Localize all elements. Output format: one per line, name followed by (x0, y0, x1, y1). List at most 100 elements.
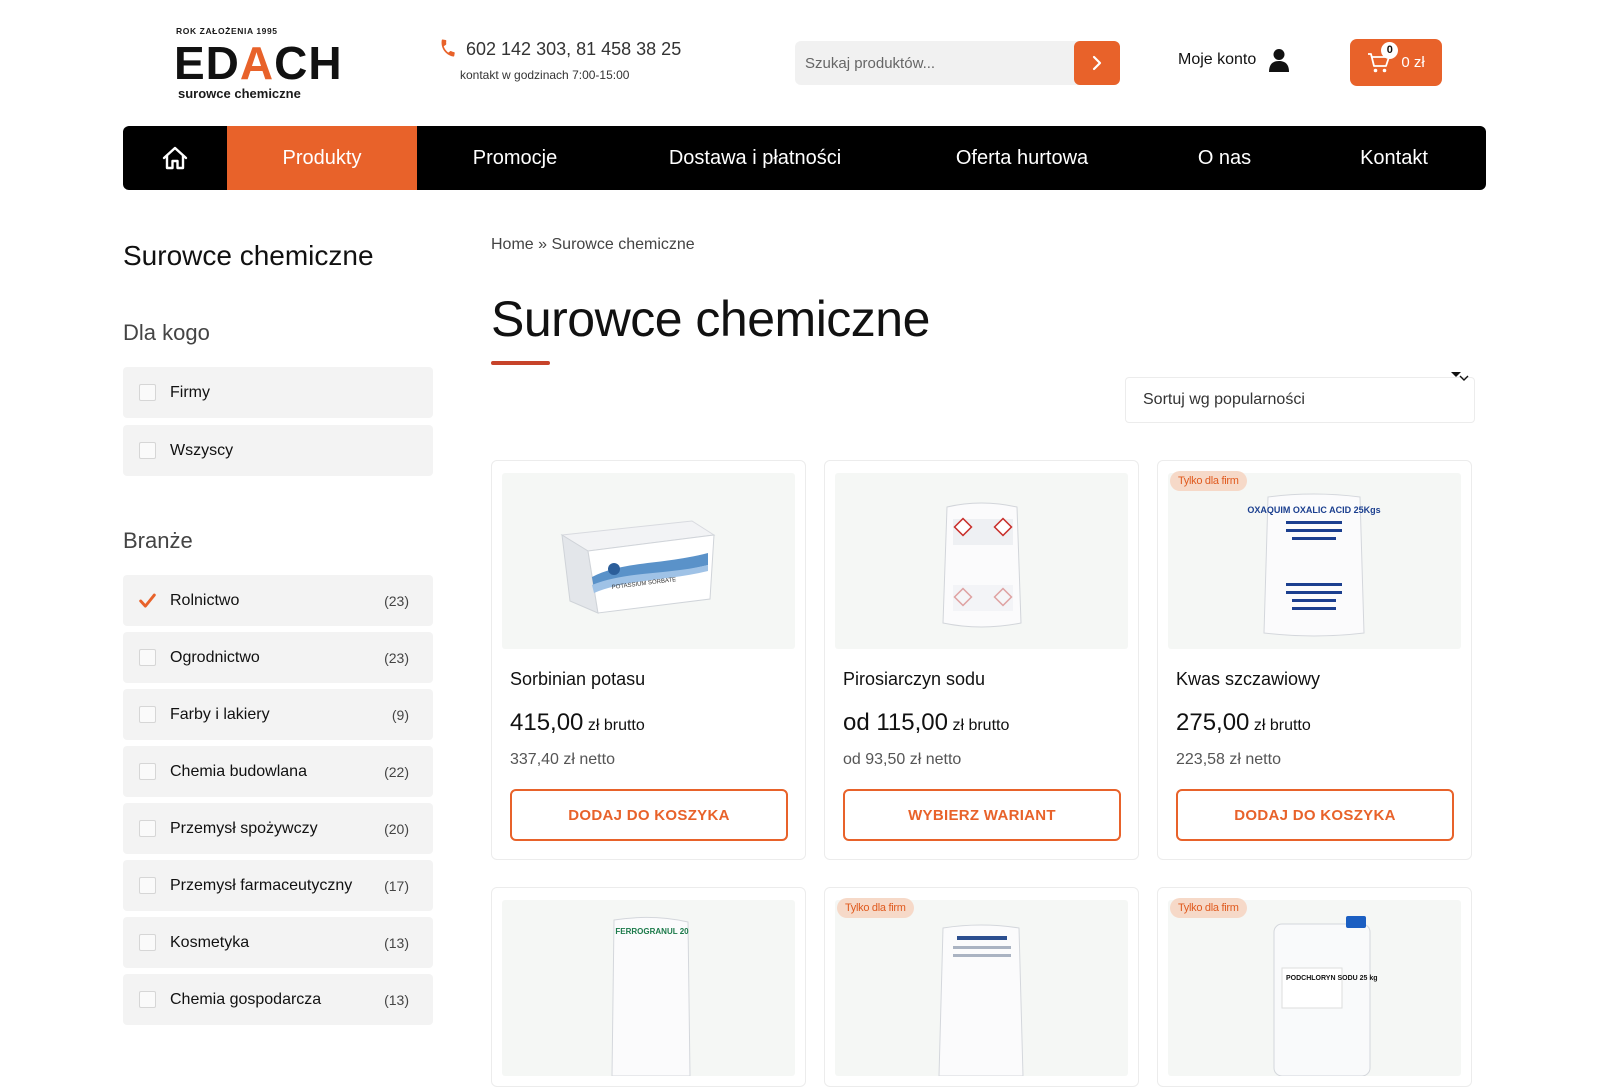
business-only-badge: Tylko dla firm (1170, 471, 1247, 491)
nav-produkty[interactable]: Produkty (227, 126, 417, 190)
checkbox[interactable] (139, 877, 156, 894)
price-suffix: zł brutto (952, 717, 1010, 734)
product-netto-price: 223,58 zł netto (1176, 751, 1281, 768)
logo-founded: ROK ZAŁOŻENIA 1995 (176, 26, 278, 36)
site-header: ROK ZAŁOŻENIA 1995 EDACH surowce chemicz… (0, 0, 1600, 120)
checkbox[interactable] (139, 706, 156, 723)
search-input[interactable] (795, 41, 1073, 85)
nav-o-nas[interactable]: O nas (1147, 126, 1302, 190)
breadcrumb: Home » Surowce chemiczne (491, 236, 695, 254)
product-image[interactable]: POTASSIUM SORBATE (502, 473, 795, 649)
contact-hours: kontakt w godzinach 7:00-15:00 (460, 68, 630, 82)
price-value: 275,00 (1176, 709, 1250, 736)
product-image[interactable]: OXAQUIM OXALIC ACID 25Kgs (1168, 473, 1461, 649)
product-image[interactable]: FERROGRANUL 20 (502, 900, 795, 1076)
filter-label: Firmy (170, 383, 210, 401)
product-netto-price: 337,40 zł netto (510, 751, 615, 768)
checkbox[interactable] (139, 934, 156, 951)
filter-label: Chemia budowlana (170, 762, 307, 780)
product-image[interactable]: PODCHLORYN SODU 25 kg (1168, 900, 1461, 1076)
product-netto-price: od 93,50 zł netto (843, 751, 962, 768)
sidebar-title: Surowce chemiczne (123, 240, 374, 271)
price-suffix: zł brutto (587, 717, 645, 734)
phone-icon (438, 38, 460, 60)
filter-farby-i-lakiery[interactable]: Farby i lakiery (9) (123, 689, 433, 740)
product-card[interactable]: Pirosiarczyn sodu od 115,00 zł brutto od… (824, 460, 1139, 860)
product-name[interactable]: Kwas szczawiowy (1176, 669, 1320, 690)
logo-wordmark: EDACH (174, 37, 343, 89)
price-value: 415,00 (510, 709, 584, 736)
product-card[interactable]: Tylko dla firm PODCHLORYN SODU 25 kg (1157, 887, 1472, 1087)
filter-count: (17) (384, 877, 409, 894)
nav-oferta-hurtowa[interactable]: Oferta hurtowa (897, 126, 1147, 190)
filter-przemysl-farmaceutyczny[interactable]: Przemysł farmaceutyczny (17) (123, 860, 433, 911)
product-card[interactable]: Tylko dla firm OXAQUIM OXALIC ACID 25Kgs… (1157, 460, 1472, 860)
filter-label: Przemysł farmaceutyczny (170, 876, 353, 894)
price-value: od 115,00 (843, 709, 948, 736)
chevron-right-icon (1092, 55, 1102, 71)
checkbox[interactable] (139, 763, 156, 780)
search-submit-button[interactable] (1074, 41, 1120, 85)
filter-przemysl-spozywczy[interactable]: Przemysł spożywczy (20) (123, 803, 433, 854)
account-link[interactable]: Moje konto (1178, 48, 1290, 72)
filter-ogrodnictwo[interactable]: Ogrodnictwo (23) (123, 632, 433, 683)
business-only-badge: Tylko dla firm (1170, 898, 1247, 918)
search-bar (795, 41, 1120, 85)
product-card[interactable]: FERROGRANUL 20 (491, 887, 806, 1087)
filter-count: (23) (384, 649, 409, 666)
home-icon (162, 146, 188, 170)
filter-count: (23) (384, 592, 409, 609)
user-icon (1269, 49, 1290, 72)
product-card[interactable]: POTASSIUM SORBATE Sorbinian potasu 415,0… (491, 460, 806, 860)
product-image[interactable] (835, 473, 1128, 649)
nav-kontakt[interactable]: Kontakt (1302, 126, 1486, 190)
product-card[interactable]: Tylko dla firm (824, 887, 1139, 1087)
logo-tagline: surowce chemiczne (178, 86, 301, 101)
page-title: Surowce chemiczne (491, 291, 930, 347)
contact-info: 602 142 303, 81 458 38 25 kontakt w godz… (438, 38, 681, 82)
filter-label: Rolnictwo (170, 591, 240, 609)
breadcrumb-current: Surowce chemiczne (551, 236, 695, 253)
filter-label: Wszyscy (170, 441, 234, 459)
filter-label: Kosmetyka (170, 933, 250, 951)
nav-home[interactable] (123, 126, 227, 190)
checkbox-checked[interactable] (139, 592, 156, 609)
filter-chemia-budowlana[interactable]: Chemia budowlana (22) (123, 746, 433, 797)
breadcrumb-separator: » (538, 236, 548, 253)
add-to-cart-button[interactable]: DODAJ DO KOSZYKA (1176, 789, 1454, 841)
sort-select[interactable]: Sortuj wg popularności (1125, 377, 1475, 423)
filter-kosmetyka[interactable]: Kosmetyka (13) (123, 917, 433, 968)
product-image-text: PODCHLORYN SODU 25 kg (1286, 975, 1378, 982)
checkbox[interactable] (139, 442, 156, 459)
product-image-text: OXAQUIM OXALIC ACID 25Kgs (1247, 505, 1380, 515)
title-underline (491, 361, 550, 365)
product-name[interactable]: Sorbinian potasu (510, 669, 645, 690)
product-image[interactable] (835, 900, 1128, 1076)
checkbox[interactable] (139, 384, 156, 401)
cart-button[interactable]: 0 0 zł (1350, 39, 1442, 86)
logo[interactable]: ROK ZAŁOŻENIA 1995 EDACH surowce chemicz… (174, 26, 376, 106)
nav-dostawa[interactable]: Dostawa i płatności (613, 126, 897, 190)
business-only-badge: Tylko dla firm (837, 898, 914, 918)
cart-icon: 0 (1367, 41, 1399, 74)
phone-numbers[interactable]: 602 142 303, 81 458 38 25 (466, 39, 681, 60)
checkbox[interactable] (139, 820, 156, 837)
filter-firmy[interactable]: Firmy (123, 367, 433, 418)
choose-variant-button[interactable]: WYBIERZ WARIANT (843, 789, 1121, 841)
filter-count: (9) (391, 706, 409, 723)
filter-wszyscy[interactable]: Wszyscy (123, 425, 433, 476)
filter-count: (22) (384, 763, 409, 780)
filter-rolnictwo[interactable]: Rolnictwo (23) (123, 575, 433, 626)
add-to-cart-button[interactable]: DODAJ DO KOSZYKA (510, 789, 788, 841)
account-label: Moje konto (1178, 51, 1257, 68)
filter-count: (13) (384, 934, 409, 951)
checkbox[interactable] (139, 649, 156, 666)
product-price: 415,00 zł brutto (510, 709, 645, 737)
product-name[interactable]: Pirosiarczyn sodu (843, 669, 985, 690)
nav-promocje[interactable]: Promocje (417, 126, 613, 190)
breadcrumb-home[interactable]: Home (491, 236, 534, 253)
cart-total: 0 zł (1401, 54, 1425, 71)
filter-heading-branze: Branże (123, 528, 193, 553)
filter-label: Ogrodnictwo (170, 648, 260, 666)
main-nav: Produkty Promocje Dostawa i płatności Of… (123, 126, 1486, 190)
